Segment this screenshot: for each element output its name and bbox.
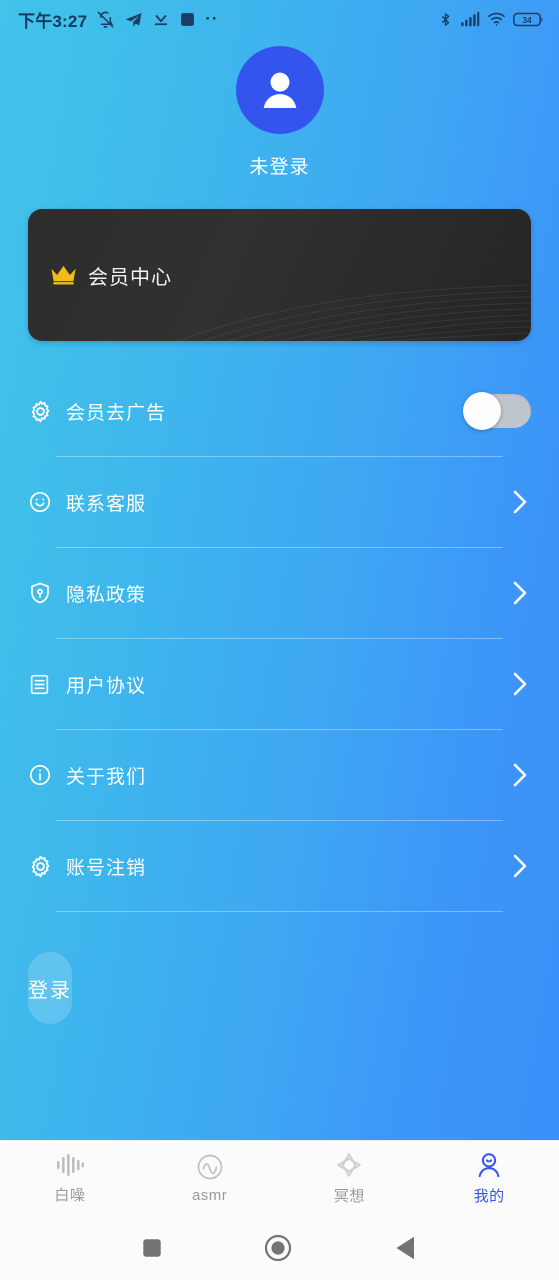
list-divider [56, 911, 503, 912]
status-bar-right: 34 [438, 11, 545, 28]
status-bar-clock: 下午3:27 [18, 11, 88, 31]
star-flower-icon [337, 1152, 362, 1177]
settings-row-label: 联系客服 [66, 493, 147, 515]
recents-square-icon[interactable] [141, 1237, 163, 1259]
avatar[interactable] [235, 46, 324, 134]
document-lines-icon [28, 673, 62, 696]
tab-label: 冥想 [333, 1187, 365, 1205]
chevron-right-icon [509, 578, 531, 608]
settings-row-privacy-policy[interactable]: 隐私政策 [28, 548, 531, 638]
back-triangle-icon[interactable] [394, 1235, 418, 1261]
settings-row-label: 隐私政策 [66, 584, 147, 606]
settings-row-ad-free[interactable]: 会员去广告 [28, 366, 531, 456]
bottom-tab-bar: 白噪 asmr 冥想 我的 [0, 1140, 559, 1215]
battery-icon: 34 [513, 11, 545, 28]
more-dots-icon: ·· [205, 9, 219, 28]
person-avatar-icon [263, 72, 296, 108]
smiley-face-icon [28, 490, 62, 514]
nickname-label: 未登录 [249, 157, 310, 178]
gear-icon [28, 854, 62, 879]
app-content-area: 下午3:27 ·· 34 未登录 会员中心 会员去广告 联系客服 隐私政策 用户… [0, 0, 559, 1140]
login-button[interactable]: 登录 [28, 952, 72, 1024]
bell-muted-icon [96, 10, 115, 29]
person-circle-icon [478, 1152, 500, 1177]
tab-label: 白噪 [54, 1186, 86, 1204]
status-bar: 下午3:27 ·· 34 [0, 0, 559, 38]
wave-circle-icon [197, 1154, 222, 1179]
tab-label: 我的 [473, 1187, 505, 1205]
android-nav-bar [0, 1215, 559, 1280]
bluetooth-icon [438, 11, 453, 28]
gear-icon [28, 399, 62, 424]
chevron-right-icon [509, 669, 531, 699]
shield-icon [28, 581, 62, 605]
toggle-knob [463, 392, 501, 430]
home-circle-icon[interactable] [264, 1234, 292, 1262]
ad-free-toggle[interactable] [463, 392, 531, 430]
settings-row-label: 关于我们 [66, 766, 147, 788]
settings-row-about-us[interactable]: 关于我们 [28, 730, 531, 820]
signal-icon [460, 11, 480, 27]
settings-row-contact-support[interactable]: 联系客服 [28, 457, 531, 547]
vip-member-banner[interactable]: 会员中心 [28, 209, 531, 341]
wifi-icon [487, 11, 506, 27]
login-button-label: 登录 [28, 979, 72, 1002]
settings-row-user-agreement[interactable]: 用户协议 [28, 639, 531, 729]
tab-meditation[interactable]: 冥想 [280, 1151, 420, 1206]
tab-mine[interactable]: 我的 [419, 1151, 559, 1206]
status-bar-left: 下午3:27 ·· [18, 7, 219, 32]
chevron-right-icon [509, 851, 531, 881]
sound-bars-icon [56, 1153, 84, 1176]
settings-row-label: 用户协议 [66, 675, 147, 697]
crown-icon [51, 265, 76, 285]
settings-row-label: 账号注销 [66, 857, 147, 879]
paper-plane-icon [124, 10, 143, 29]
chevron-right-icon [509, 760, 531, 790]
tab-label: asmr [191, 1186, 228, 1204]
chevron-right-icon [509, 487, 531, 517]
battery-level-text: 34 [522, 14, 532, 24]
square-icon [179, 11, 196, 28]
settings-row-account-deletion[interactable]: 账号注销 [28, 821, 531, 911]
vip-banner-label: 会员中心 [88, 266, 172, 289]
settings-list: 会员去广告 联系客服 隐私政策 用户协议 关于我们 账号注销 [28, 366, 531, 912]
profile-header: 未登录 [0, 46, 559, 179]
tab-white-noise[interactable]: 白噪 [0, 1152, 140, 1205]
download-icon [152, 10, 170, 28]
info-circle-icon [28, 763, 62, 787]
tab-asmr[interactable]: asmr [140, 1153, 280, 1204]
settings-row-label: 会员去广告 [66, 402, 167, 424]
phone-screen: 下午3:27 ·· 34 未登录 会员中心 会员去广告 联系客服 隐私政策 用户… [0, 0, 559, 1280]
